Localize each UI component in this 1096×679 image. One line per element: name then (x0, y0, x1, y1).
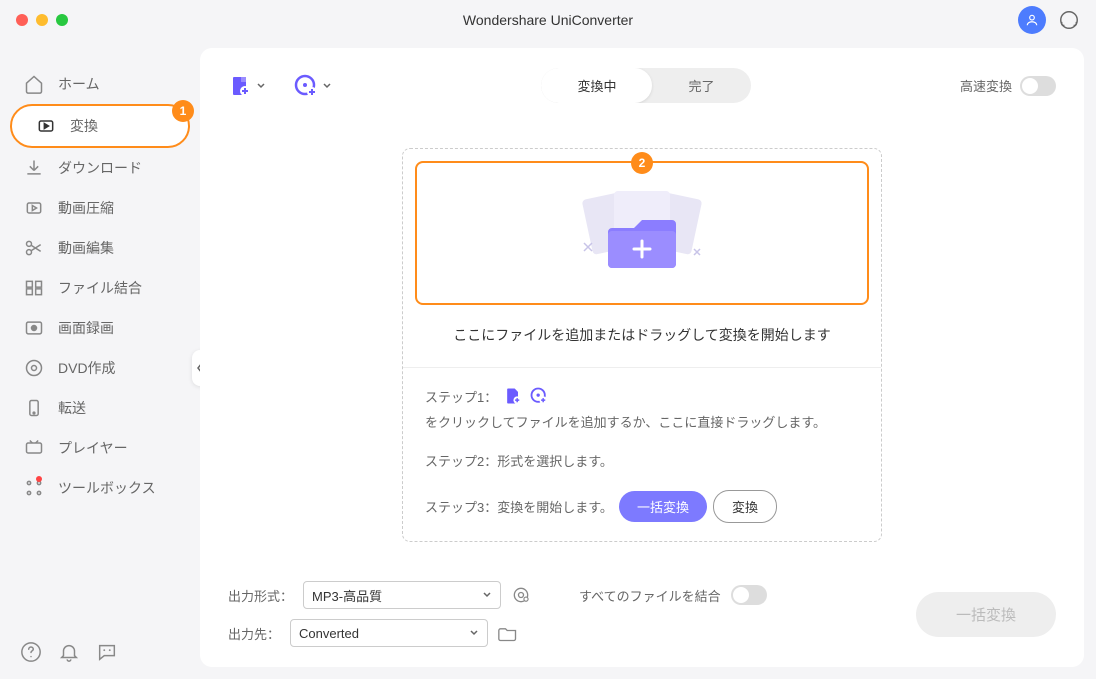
scissors-icon (24, 238, 44, 258)
sidebar-item-merge[interactable]: ファイル結合 (0, 268, 200, 308)
chevron-down-icon (256, 81, 266, 91)
add-file-icon (503, 386, 523, 406)
sidebar-badge: 1 (172, 100, 194, 122)
output-dir-value: Converted (299, 626, 359, 641)
output-format-label: 出力形式： (228, 586, 293, 605)
tab-done[interactable]: 完了 (652, 68, 750, 103)
add-disc-icon (529, 386, 549, 406)
sidebar-item-label: 変換 (70, 116, 98, 136)
sidebar-item-record[interactable]: 画面録画 (0, 308, 200, 348)
step1-suffix: をクリックしてファイルを追加するか、ここに直接ドラッグします。 (425, 412, 826, 431)
drop-container: 2 ここにファイルを追加またはドラッグして変換を開始します (402, 148, 882, 542)
chevron-down-icon (482, 590, 492, 600)
fast-convert-toggle[interactable] (1020, 76, 1056, 96)
new-dot (36, 476, 42, 482)
sidebar-item-transfer[interactable]: 転送 (0, 388, 200, 428)
record-icon (24, 318, 44, 338)
download-icon (24, 158, 44, 178)
convert-button[interactable]: 変換 (713, 490, 777, 523)
sidebar-item-label: プレイヤー (58, 438, 128, 458)
drop-zone[interactable]: 2 (415, 161, 869, 305)
transfer-icon (24, 398, 44, 418)
batch-convert-main-button[interactable]: 一括変換 (916, 592, 1056, 637)
merge-label: すべてのファイルを結合 (579, 586, 721, 605)
support-icon[interactable] (1058, 9, 1080, 31)
fast-convert-label: 高速変換 (960, 76, 1012, 95)
folder-open-icon[interactable] (498, 623, 518, 643)
merge-row: すべてのファイルを結合 (579, 585, 767, 605)
output-dir-select[interactable]: Converted (290, 619, 488, 647)
home-icon (24, 74, 44, 94)
main-panel: 変換中 完了 高速変換 2 (200, 48, 1084, 667)
app-title: Wondershare UniConverter (463, 12, 633, 28)
output-dir-label: 出力先： (228, 624, 280, 643)
batch-convert-button[interactable]: 一括変換 (619, 491, 707, 522)
window-controls (16, 14, 68, 26)
status-segments: 変換中 完了 (541, 68, 750, 103)
add-file-button[interactable] (228, 74, 266, 98)
add-disc-icon (294, 74, 318, 98)
drop-text: ここにファイルを追加またはドラッグして変換を開始します (403, 317, 881, 367)
footer: 出力形式： MP3-高品質 出力先： Converted (200, 567, 1084, 667)
step-3: ステップ3：変換を開始します。 一括変換 変換 (425, 490, 859, 523)
drop-badge: 2 (631, 152, 653, 174)
convert-icon (36, 116, 56, 136)
step1-prefix: ステップ1： (425, 387, 497, 406)
sidebar: ホーム 変換 1 ダウンロード 動画圧縮 動画編集 ファイル結合 画面録画 (0, 40, 200, 679)
user-avatar-button[interactable] (1018, 6, 1046, 34)
compress-icon (24, 198, 44, 218)
step-1: ステップ1： をクリックしてファイルを追加するか、ここに直接ドラッグします。 (425, 386, 859, 431)
tab-converting[interactable]: 変換中 (541, 68, 652, 103)
sidebar-item-dvd[interactable]: DVD作成 (0, 348, 200, 388)
sidebar-item-download[interactable]: ダウンロード (0, 148, 200, 188)
player-icon (24, 438, 44, 458)
steps-panel: ステップ1： をクリックしてファイルを追加するか、ここに直接ドラッグします。 ス… (403, 367, 881, 541)
folder-illustration (562, 183, 722, 283)
sidebar-item-edit[interactable]: 動画編集 (0, 228, 200, 268)
fast-convert-row: 高速変換 (960, 76, 1056, 96)
titlebar: Wondershare UniConverter (0, 0, 1096, 40)
sidebar-item-label: 動画圧縮 (58, 198, 114, 218)
content-area: 2 ここにファイルを追加またはドラッグして変換を開始します (200, 123, 1084, 567)
sidebar-item-label: 画面録画 (58, 318, 114, 338)
maximize-window-button[interactable] (56, 14, 68, 26)
output-format-select[interactable]: MP3-高品質 (303, 581, 501, 609)
sidebar-item-label: DVD作成 (58, 358, 116, 378)
sidebar-item-player[interactable]: プレイヤー (0, 428, 200, 468)
bottom-icons (20, 641, 118, 663)
bell-icon[interactable] (58, 641, 80, 663)
disc-icon (24, 358, 44, 378)
add-disc-button[interactable] (294, 74, 332, 98)
merge-toggle[interactable] (731, 585, 767, 605)
close-window-button[interactable] (16, 14, 28, 26)
step-2: ステップ2：形式を選択します。 (425, 451, 859, 470)
sidebar-item-label: ホーム (58, 74, 100, 94)
step3-text: ステップ3：変換を開始します。 (425, 497, 613, 516)
output-format-value: MP3-高品質 (312, 586, 382, 605)
chevron-down-icon (469, 628, 479, 638)
gear-icon[interactable] (511, 585, 531, 605)
feedback-icon[interactable] (96, 641, 118, 663)
sidebar-item-convert[interactable]: 変換 1 (10, 104, 190, 148)
sidebar-item-label: 転送 (58, 398, 86, 418)
sidebar-item-toolbox[interactable]: ツールボックス (0, 468, 200, 508)
sidebar-item-label: ツールボックス (58, 478, 156, 498)
sidebar-item-home[interactable]: ホーム (0, 64, 200, 104)
merge-icon (24, 278, 44, 298)
help-icon[interactable] (20, 641, 42, 663)
sidebar-item-compress[interactable]: 動画圧縮 (0, 188, 200, 228)
minimize-window-button[interactable] (36, 14, 48, 26)
add-file-icon (228, 74, 252, 98)
chevron-down-icon (322, 81, 332, 91)
toolbar: 変換中 完了 高速変換 (200, 48, 1084, 123)
sidebar-item-label: ファイル結合 (58, 278, 142, 298)
sidebar-item-label: 動画編集 (58, 238, 114, 258)
sidebar-item-label: ダウンロード (58, 158, 142, 178)
